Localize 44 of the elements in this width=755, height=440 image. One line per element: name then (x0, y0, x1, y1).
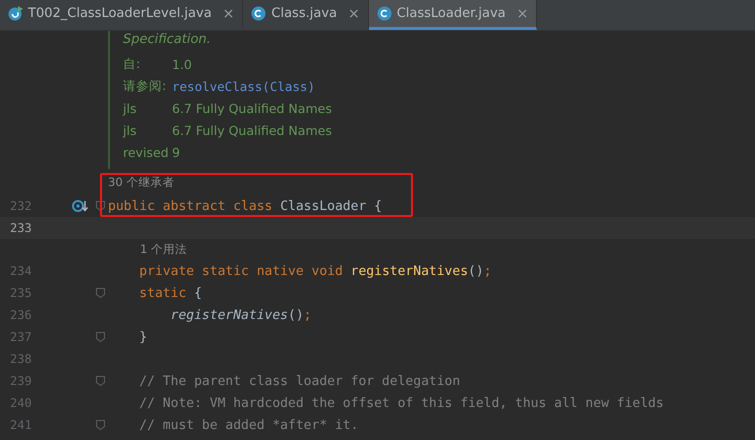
fold-icon[interactable] (96, 420, 105, 430)
code-line: } (138, 330, 148, 344)
doc-value: 9 (172, 144, 180, 160)
doc-value: 1.0 (172, 56, 192, 72)
code-line: private static native void registerNatives(); (138, 264, 492, 278)
file-tab[interactable]: ClassLoader.java × (368, 0, 538, 30)
doc-label: 自: (123, 56, 142, 72)
fold-icon[interactable] (96, 376, 105, 386)
line-number: 236 (10, 308, 33, 322)
code-line: // Note: VM hardcoded the offset of this field, thus all new fields (138, 396, 664, 410)
implemented-icon[interactable] (72, 199, 88, 213)
inlay-hint[interactable]: 30 个继承者 (108, 174, 174, 190)
code-line: // must be added *after* it. (138, 418, 358, 432)
doc-value: 6.7 Fully Qualified Names (172, 100, 332, 116)
code-line: static { (138, 286, 202, 300)
fold-icon[interactable] (96, 288, 105, 298)
doc-link[interactable]: resolveClass(Class) (172, 78, 315, 94)
line-number: 234 (10, 264, 33, 278)
fold-icon[interactable] (96, 201, 105, 211)
line-number: 239 (10, 374, 33, 388)
line-number: 241 (10, 418, 33, 432)
line-number: 238 (10, 352, 33, 366)
class-run-icon (8, 6, 23, 21)
close-icon[interactable]: × (348, 6, 360, 22)
class-icon (376, 6, 392, 21)
class-icon (251, 6, 266, 21)
inlay-hint[interactable]: 1 个用法 (108, 242, 187, 257)
line-number: 237 (10, 330, 33, 344)
close-icon[interactable]: × (222, 6, 234, 22)
line-number: 240 (10, 396, 33, 410)
line-number: 232 (10, 199, 33, 213)
doc-label: revised (123, 144, 170, 160)
line-number: 233 (10, 221, 33, 235)
code-line: registerNatives(); (170, 308, 312, 322)
doc-label: 请参阅: (123, 78, 168, 94)
doc-text: Specification. (123, 31, 212, 49)
doc-value: 6.7 Fully Qualified Names (172, 122, 332, 138)
close-icon[interactable]: × (516, 6, 528, 22)
code-line: // The parent class loader for delegation (138, 374, 460, 388)
doc-label: jls (123, 100, 138, 116)
code-line: public abstract class ClassLoader { (108, 198, 382, 214)
fold-icon[interactable] (96, 332, 105, 342)
doc-label: jls (123, 122, 138, 138)
line-number: 235 (10, 286, 33, 300)
